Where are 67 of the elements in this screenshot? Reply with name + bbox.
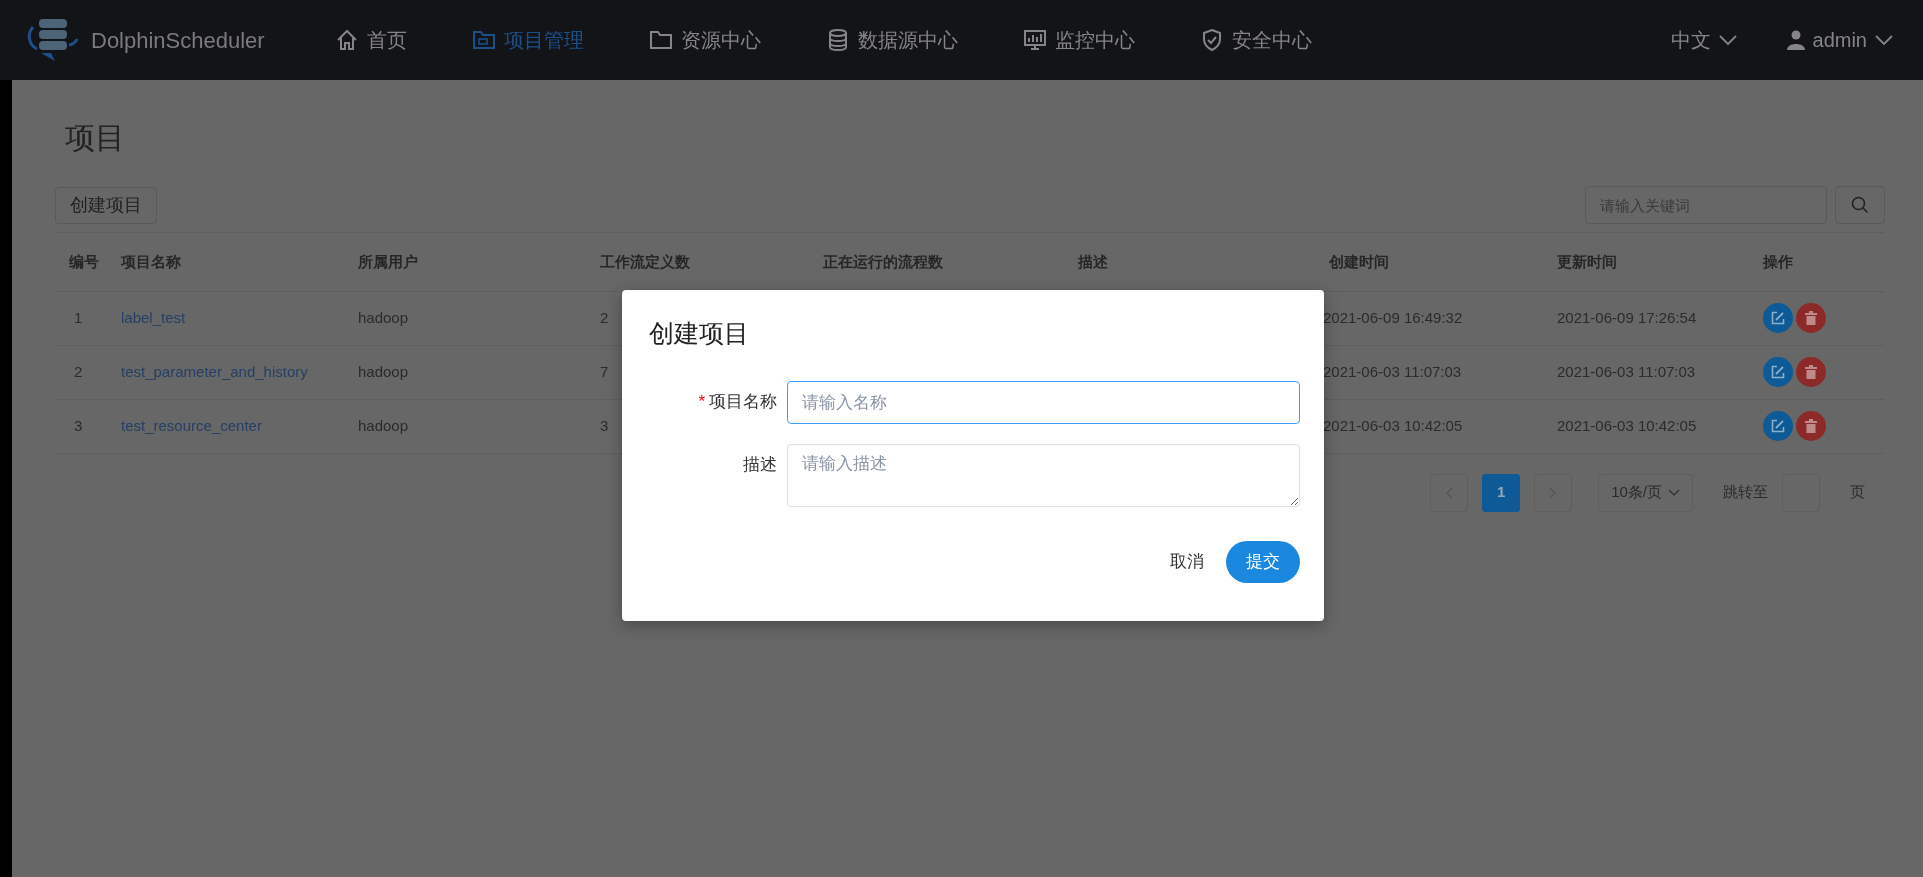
page-title: 项目 bbox=[65, 120, 126, 156]
delete-button[interactable] bbox=[1796, 357, 1826, 387]
search-icon bbox=[1851, 196, 1869, 214]
chevron-down-icon bbox=[1668, 488, 1680, 497]
table-cell: 7 bbox=[600, 362, 609, 380]
table-cell: hadoop bbox=[358, 416, 409, 434]
nav-tab[interactable]: 首页 bbox=[325, 25, 417, 55]
table-cell: 2021-06-03 10:42:05 bbox=[1323, 416, 1463, 434]
cancel-button[interactable]: 取消 bbox=[1168, 541, 1206, 583]
submit-button[interactable]: 提交 bbox=[1226, 541, 1300, 583]
trash-icon bbox=[1804, 311, 1818, 325]
user-menu[interactable]: admin bbox=[1786, 25, 1893, 55]
shield-icon bbox=[1200, 28, 1224, 52]
table-cell: 2021-06-03 11:07:03 bbox=[1323, 362, 1462, 380]
description-field[interactable]: 请输入描述 bbox=[787, 444, 1300, 507]
column-header: 更新时间 bbox=[1547, 233, 1753, 291]
table-cell: 3 bbox=[74, 416, 83, 434]
table-cell: 2 bbox=[600, 308, 609, 326]
home-icon bbox=[335, 28, 359, 52]
edit-button[interactable] bbox=[1763, 411, 1793, 441]
database-icon bbox=[826, 28, 850, 52]
dialog-title: 创建项目 bbox=[649, 318, 750, 348]
edit-icon bbox=[1771, 365, 1785, 379]
column-header: 创建时间 bbox=[1319, 233, 1547, 291]
nav-tab[interactable]: 监控中心 bbox=[1013, 25, 1145, 55]
table-cell: 2021-06-03 10:42:05 bbox=[1557, 416, 1697, 434]
delete-button[interactable] bbox=[1796, 411, 1826, 441]
field-label: 描述 bbox=[743, 454, 777, 476]
project-name-field[interactable]: 请输入名称 bbox=[787, 381, 1300, 424]
folder-icon bbox=[649, 28, 673, 52]
page-size-dropdown[interactable]: 10条/页 bbox=[1598, 473, 1693, 512]
table-cell: 1 bbox=[74, 308, 83, 326]
page-button[interactable]: 1 bbox=[1482, 473, 1521, 512]
trash-icon bbox=[1804, 419, 1818, 433]
column-header: 操作 bbox=[1753, 233, 1885, 291]
monitor-icon bbox=[1023, 28, 1047, 52]
page-unit-label: 页 bbox=[1850, 482, 1865, 503]
jump-label: 跳转至 bbox=[1723, 482, 1768, 503]
table-cell: 2 bbox=[74, 362, 83, 380]
edit-icon bbox=[1771, 311, 1785, 325]
edit-button[interactable] bbox=[1763, 303, 1793, 333]
table-cell: 2021-06-09 16:49:32 bbox=[1323, 308, 1463, 326]
user-icon bbox=[1786, 30, 1805, 50]
language-dropdown[interactable]: 中文 bbox=[1670, 25, 1737, 55]
column-header: 所属用户 bbox=[348, 233, 590, 291]
nav-tab[interactable]: 数据源中心 bbox=[816, 25, 968, 55]
search-button[interactable] bbox=[1835, 186, 1885, 224]
nav-tab[interactable]: 安全中心 bbox=[1190, 25, 1322, 55]
table-cell: 3 bbox=[600, 416, 609, 434]
chevron-down-icon bbox=[1718, 34, 1737, 46]
app-name: DolphinScheduler bbox=[91, 26, 265, 55]
table-cell: 2021-06-03 11:07:03 bbox=[1557, 362, 1696, 380]
nav-tab[interactable]: 资源中心 bbox=[639, 25, 771, 55]
column-header: 编号 bbox=[55, 233, 111, 291]
folder-icon bbox=[472, 28, 496, 52]
edit-icon bbox=[1771, 419, 1785, 433]
table-cell: 2021-06-09 17:26:54 bbox=[1557, 308, 1697, 326]
field-label: 项目名称 bbox=[709, 391, 777, 413]
trash-icon bbox=[1804, 365, 1818, 379]
column-header: 项目名称 bbox=[111, 233, 348, 291]
create-project-button[interactable]: 创建项目 bbox=[55, 186, 157, 224]
table-cell: hadoop bbox=[358, 362, 409, 380]
edit-button[interactable] bbox=[1763, 357, 1793, 387]
delete-button[interactable] bbox=[1796, 303, 1826, 333]
required-asterisk: * bbox=[698, 391, 705, 413]
chevron-down-icon bbox=[1875, 34, 1893, 46]
table-cell: hadoop bbox=[358, 308, 409, 326]
